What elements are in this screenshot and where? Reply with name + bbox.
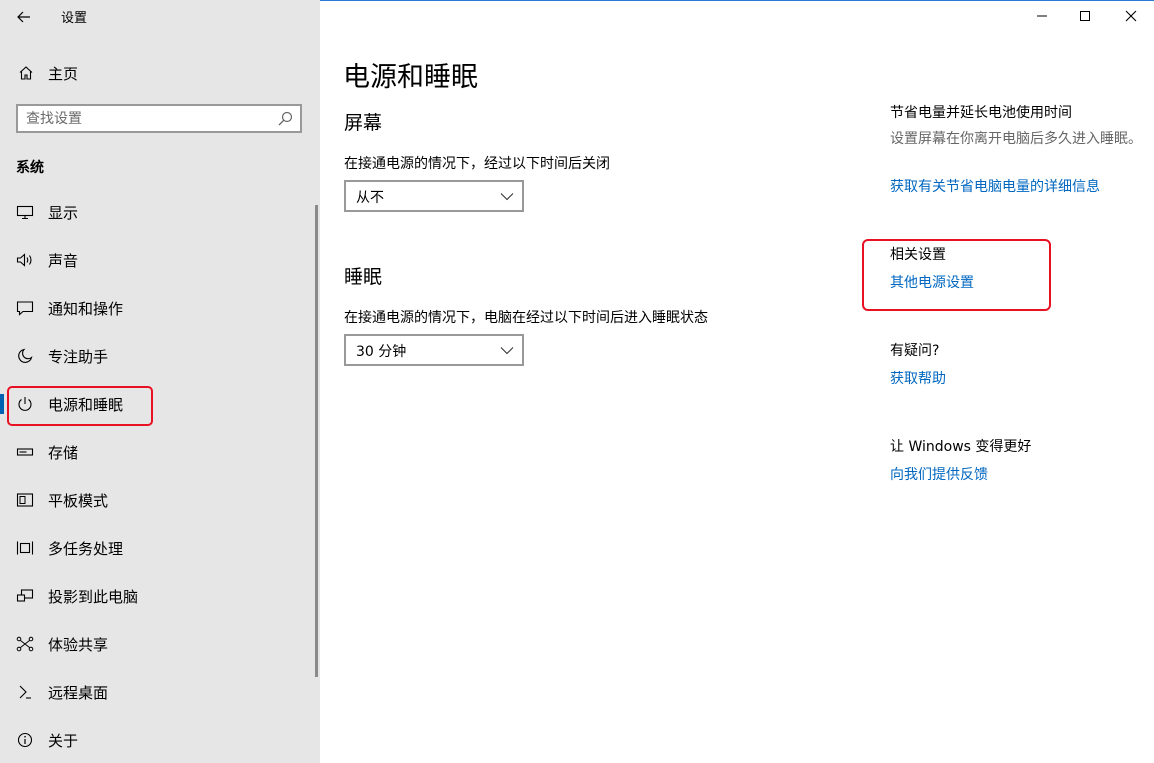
related-settings-highlight	[862, 239, 1051, 311]
app-title: 设置	[61, 11, 88, 26]
sidebar-item-label: 显示	[48, 203, 79, 222]
sidebar-item-label: 专注助手	[48, 347, 109, 366]
minimize-button[interactable]	[1019, 0, 1065, 32]
section-label-system: 系统	[16, 160, 44, 176]
sidebar-item-about[interactable]: 关于	[0, 718, 316, 762]
sidebar-item-home[interactable]: 主页	[0, 58, 316, 88]
sidebar-item-label: 声音	[48, 251, 79, 270]
sidebar-item-label: 通知和操作	[48, 299, 124, 318]
info-icon	[15, 730, 35, 750]
sidebar-item-display[interactable]: 显示	[0, 190, 316, 234]
maximize-icon	[1080, 11, 1090, 21]
page-title: 电源和睡眠	[343, 62, 478, 93]
back-button[interactable]	[10, 4, 38, 30]
question-heading: 有疑问?	[890, 343, 940, 359]
sidebar-item-project[interactable]: 投影到此电脑	[0, 574, 316, 618]
give-feedback-link[interactable]: 向我们提供反馈	[890, 464, 988, 484]
sidebar-item-label: 平板模式	[48, 491, 109, 510]
section-heading-sleep: 睡眠	[344, 266, 383, 288]
screen-timeout-label: 在接通电源的情况下，经过以下时间后关闭	[344, 156, 610, 172]
selected-item-highlight	[7, 386, 153, 426]
share-icon	[15, 634, 35, 654]
feedback-heading: 让 Windows 变得更好	[890, 439, 1032, 455]
save-power-heading: 节省电量并延长电池使用时间	[890, 105, 1072, 121]
section-heading-screen: 屏幕	[344, 112, 383, 134]
save-power-link[interactable]: 获取有关节省电脑电量的详细信息	[890, 176, 1100, 196]
sidebar-item-multitasking[interactable]: 多任务处理	[0, 526, 316, 570]
tablet-icon	[15, 490, 35, 510]
maximize-button[interactable]	[1062, 0, 1108, 32]
moon-icon	[15, 346, 35, 366]
remote-desktop-icon	[15, 682, 35, 702]
sidebar-item-label: 投影到此电脑	[48, 587, 139, 606]
sidebar-item-label: 体验共享	[48, 635, 109, 654]
project-icon	[15, 586, 35, 606]
sidebar-item-label: 多任务处理	[48, 539, 124, 558]
sidebar-item-label: 关于	[48, 731, 79, 750]
sidebar-item-remote-desktop[interactable]: 远程桌面	[0, 670, 316, 714]
search-input[interactable]	[26, 109, 266, 128]
sidebar-item-label: 存储	[48, 443, 79, 462]
home-icon	[16, 63, 36, 83]
storage-icon	[15, 442, 35, 462]
dropdown-value: 从不	[356, 190, 384, 206]
sidebar-item-tablet-mode[interactable]: 平板模式	[0, 478, 316, 522]
sidebar: 设置 主页 系统 显示 声音 通知和操作 专注助手 电源和睡眠 存储 平板模式	[0, 0, 320, 763]
sidebar-scrollbar[interactable]	[315, 205, 318, 677]
multitask-icon	[15, 538, 35, 558]
sleep-timeout-dropdown[interactable]: 30 分钟	[344, 334, 524, 366]
save-power-text: 设置屏幕在你离开电脑后多久进入睡眠。	[890, 131, 1142, 147]
search-box[interactable]	[16, 104, 302, 133]
dropdown-value: 30 分钟	[356, 344, 407, 360]
monitor-icon	[15, 202, 35, 222]
sidebar-item-focus-assist[interactable]: 专注助手	[0, 334, 316, 378]
get-help-link[interactable]: 获取帮助	[890, 368, 946, 388]
sidebar-item-storage[interactable]: 存储	[0, 430, 316, 474]
sidebar-item-notifications[interactable]: 通知和操作	[0, 286, 316, 330]
close-icon	[1125, 10, 1137, 22]
notification-icon	[15, 298, 35, 318]
back-arrow-icon	[17, 11, 30, 23]
sidebar-item-label: 远程桌面	[48, 683, 109, 702]
chevron-down-icon	[500, 193, 514, 201]
screen-timeout-dropdown[interactable]: 从不	[344, 180, 524, 212]
sidebar-item-shared-experiences[interactable]: 体验共享	[0, 622, 316, 666]
sidebar-item-label: 主页	[48, 64, 79, 83]
close-button[interactable]	[1108, 0, 1154, 32]
sleep-timeout-label: 在接通电源的情况下，电脑在经过以下时间后进入睡眠状态	[344, 310, 708, 326]
search-icon[interactable]	[276, 110, 294, 128]
sidebar-item-sound[interactable]: 声音	[0, 238, 316, 282]
minimize-icon	[1037, 15, 1047, 17]
speaker-icon	[15, 250, 35, 270]
chevron-down-icon	[500, 347, 514, 355]
